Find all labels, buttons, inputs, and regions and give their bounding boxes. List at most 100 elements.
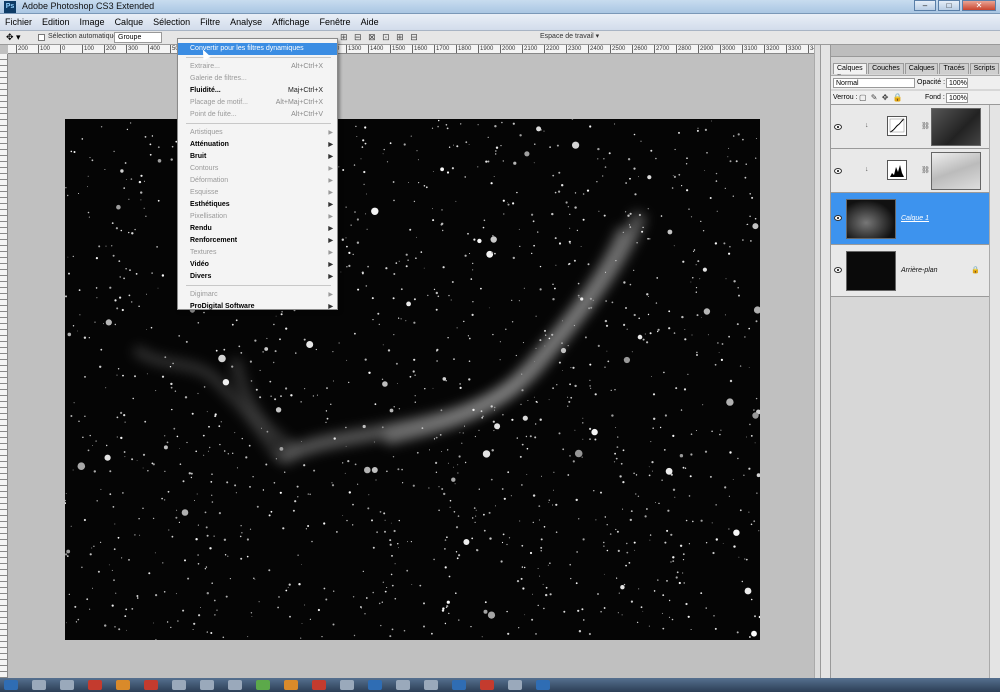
star	[170, 626, 172, 629]
star	[588, 632, 592, 636]
star	[539, 288, 542, 291]
document-image[interactable]	[65, 119, 760, 640]
move-icon[interactable]: ✥ ▾	[6, 32, 21, 43]
filter-menu-item[interactable]: Renforcement ▶	[178, 235, 337, 247]
minimize-button[interactable]: –	[914, 0, 936, 11]
taskbar-app-icon[interactable]	[536, 680, 550, 690]
tab-traces[interactable]: Tracés	[939, 63, 969, 74]
filter-menu-item[interactable]: Esthétiques ▶	[178, 199, 337, 211]
star	[84, 376, 86, 378]
star	[537, 568, 539, 569]
star	[135, 273, 138, 275]
opacity-input[interactable]: 100%	[946, 78, 968, 88]
layer-row-background[interactable]: Arrière-plan 🔒	[831, 245, 989, 297]
star	[685, 163, 688, 165]
ruler-tick-label: 1300	[346, 45, 362, 53]
star	[222, 636, 225, 639]
menu-filtre[interactable]: Filtre	[195, 14, 225, 31]
star	[256, 505, 259, 508]
taskbar-app-icon[interactable]	[452, 680, 466, 690]
eye-icon[interactable]	[834, 124, 842, 130]
filter-menu-item[interactable]: Fluidité... Maj+Ctrl+X	[178, 85, 337, 97]
star	[547, 564, 549, 566]
close-button[interactable]: ✕	[962, 0, 996, 11]
taskbar-app-icon[interactable]	[312, 680, 326, 690]
submenu-arrow-icon: ▶	[328, 214, 333, 220]
star	[695, 430, 697, 431]
tab-calques-2[interactable]: Calques	[904, 63, 939, 74]
menu-calque[interactable]: Calque	[110, 14, 149, 31]
star	[398, 260, 400, 262]
eye-icon[interactable]	[834, 267, 842, 273]
maximize-button[interactable]: □	[938, 0, 960, 11]
auto-select-target-select[interactable]: Groupe	[114, 32, 162, 43]
star	[354, 332, 356, 335]
star	[461, 442, 463, 444]
tab-couches[interactable]: Couches	[868, 63, 904, 74]
eye-icon[interactable]	[834, 168, 842, 174]
star	[344, 472, 346, 474]
taskbar-app-icon[interactable]	[508, 680, 522, 690]
taskbar-app-icon[interactable]	[116, 680, 130, 690]
menu-image[interactable]: Image	[75, 14, 110, 31]
taskbar-app-icon[interactable]	[144, 680, 158, 690]
filter-menu-item[interactable]: Atténuation ▶	[178, 139, 337, 151]
star	[540, 546, 543, 549]
taskbar-app-icon[interactable]	[480, 680, 494, 690]
star	[296, 485, 299, 488]
star	[513, 161, 517, 165]
filter-menu-item[interactable]: Bruit ▶	[178, 151, 337, 163]
star	[413, 298, 416, 301]
taskbar-app-icon[interactable]	[340, 680, 354, 690]
taskbar-app-icon[interactable]	[396, 680, 410, 690]
workspace-button[interactable]: Espace de travail ▾	[540, 32, 599, 40]
star	[196, 493, 198, 495]
layer-row-calque-1[interactable]: Calque 1	[831, 193, 989, 245]
eye-icon[interactable]	[834, 215, 842, 221]
auto-select-checkbox[interactable]	[38, 34, 45, 41]
filter-menu-item[interactable]: Rendu ▶	[178, 223, 337, 235]
menu-analyse[interactable]: Analyse	[225, 14, 267, 31]
taskbar-app-icon[interactable]	[200, 680, 214, 690]
star	[751, 196, 754, 199]
layer-row-levels[interactable]: ↓ ⛓	[831, 149, 989, 193]
layer-row-curves[interactable]: ↓ ⛓	[831, 105, 989, 149]
star	[721, 343, 724, 345]
taskbar-app-icon[interactable]	[368, 680, 382, 690]
ruler-tick-label: 1600	[412, 45, 428, 53]
tab-scripts[interactable]: Scripts	[969, 63, 999, 74]
filter-menu-item[interactable]: Divers ▶	[178, 271, 337, 283]
menu-affichage[interactable]: Affichage	[267, 14, 314, 31]
filter-menu-item: Esquisse ▶	[178, 187, 337, 199]
taskbar-app-icon[interactable]	[60, 680, 74, 690]
filter-menu-item[interactable]: ProDigital Software ▶	[178, 301, 337, 313]
taskbar-app-icon[interactable]	[256, 680, 270, 690]
layers-panel-scrollbar[interactable]	[989, 105, 1000, 678]
star	[163, 499, 166, 501]
star	[157, 287, 159, 289]
blend-mode-select[interactable]: Normal	[833, 78, 915, 88]
star	[738, 556, 740, 558]
layer-name[interactable]: Arrière-plan	[901, 267, 938, 274]
taskbar-app-icon[interactable]	[284, 680, 298, 690]
title-bar: Ps Adobe Photoshop CS3 Extended – □ ✕	[0, 0, 1000, 14]
filter-menu-item[interactable]: Vidéo ▶	[178, 259, 337, 271]
taskbar-app-icon[interactable]	[32, 680, 46, 690]
lock-options-icons[interactable]: ▢ ✎ ✥ 🔒	[859, 93, 904, 102]
menu-fichier[interactable]: Fichier	[0, 14, 37, 31]
menu-aide[interactable]: Aide	[356, 14, 384, 31]
menu-fenetre[interactable]: Fenêtre	[315, 14, 356, 31]
align-icons[interactable]: ⊞ ⊟ ⊠ ⊡ ⊞ ⊟	[340, 32, 420, 43]
taskbar-app-icon[interactable]	[424, 680, 438, 690]
star	[614, 123, 616, 125]
tab-calques[interactable]: Calques ×	[833, 63, 868, 80]
taskbar-app-icon[interactable]	[88, 680, 102, 690]
menu-selection[interactable]: Sélection	[148, 14, 195, 31]
taskbar-app-icon[interactable]	[172, 680, 186, 690]
star	[195, 538, 198, 541]
taskbar-app-icon[interactable]	[228, 680, 242, 690]
layer-name[interactable]: Calque 1	[901, 215, 929, 222]
start-button-icon[interactable]	[4, 680, 18, 690]
menu-edition[interactable]: Edition	[37, 14, 75, 31]
fill-input[interactable]: 100%	[946, 93, 968, 103]
